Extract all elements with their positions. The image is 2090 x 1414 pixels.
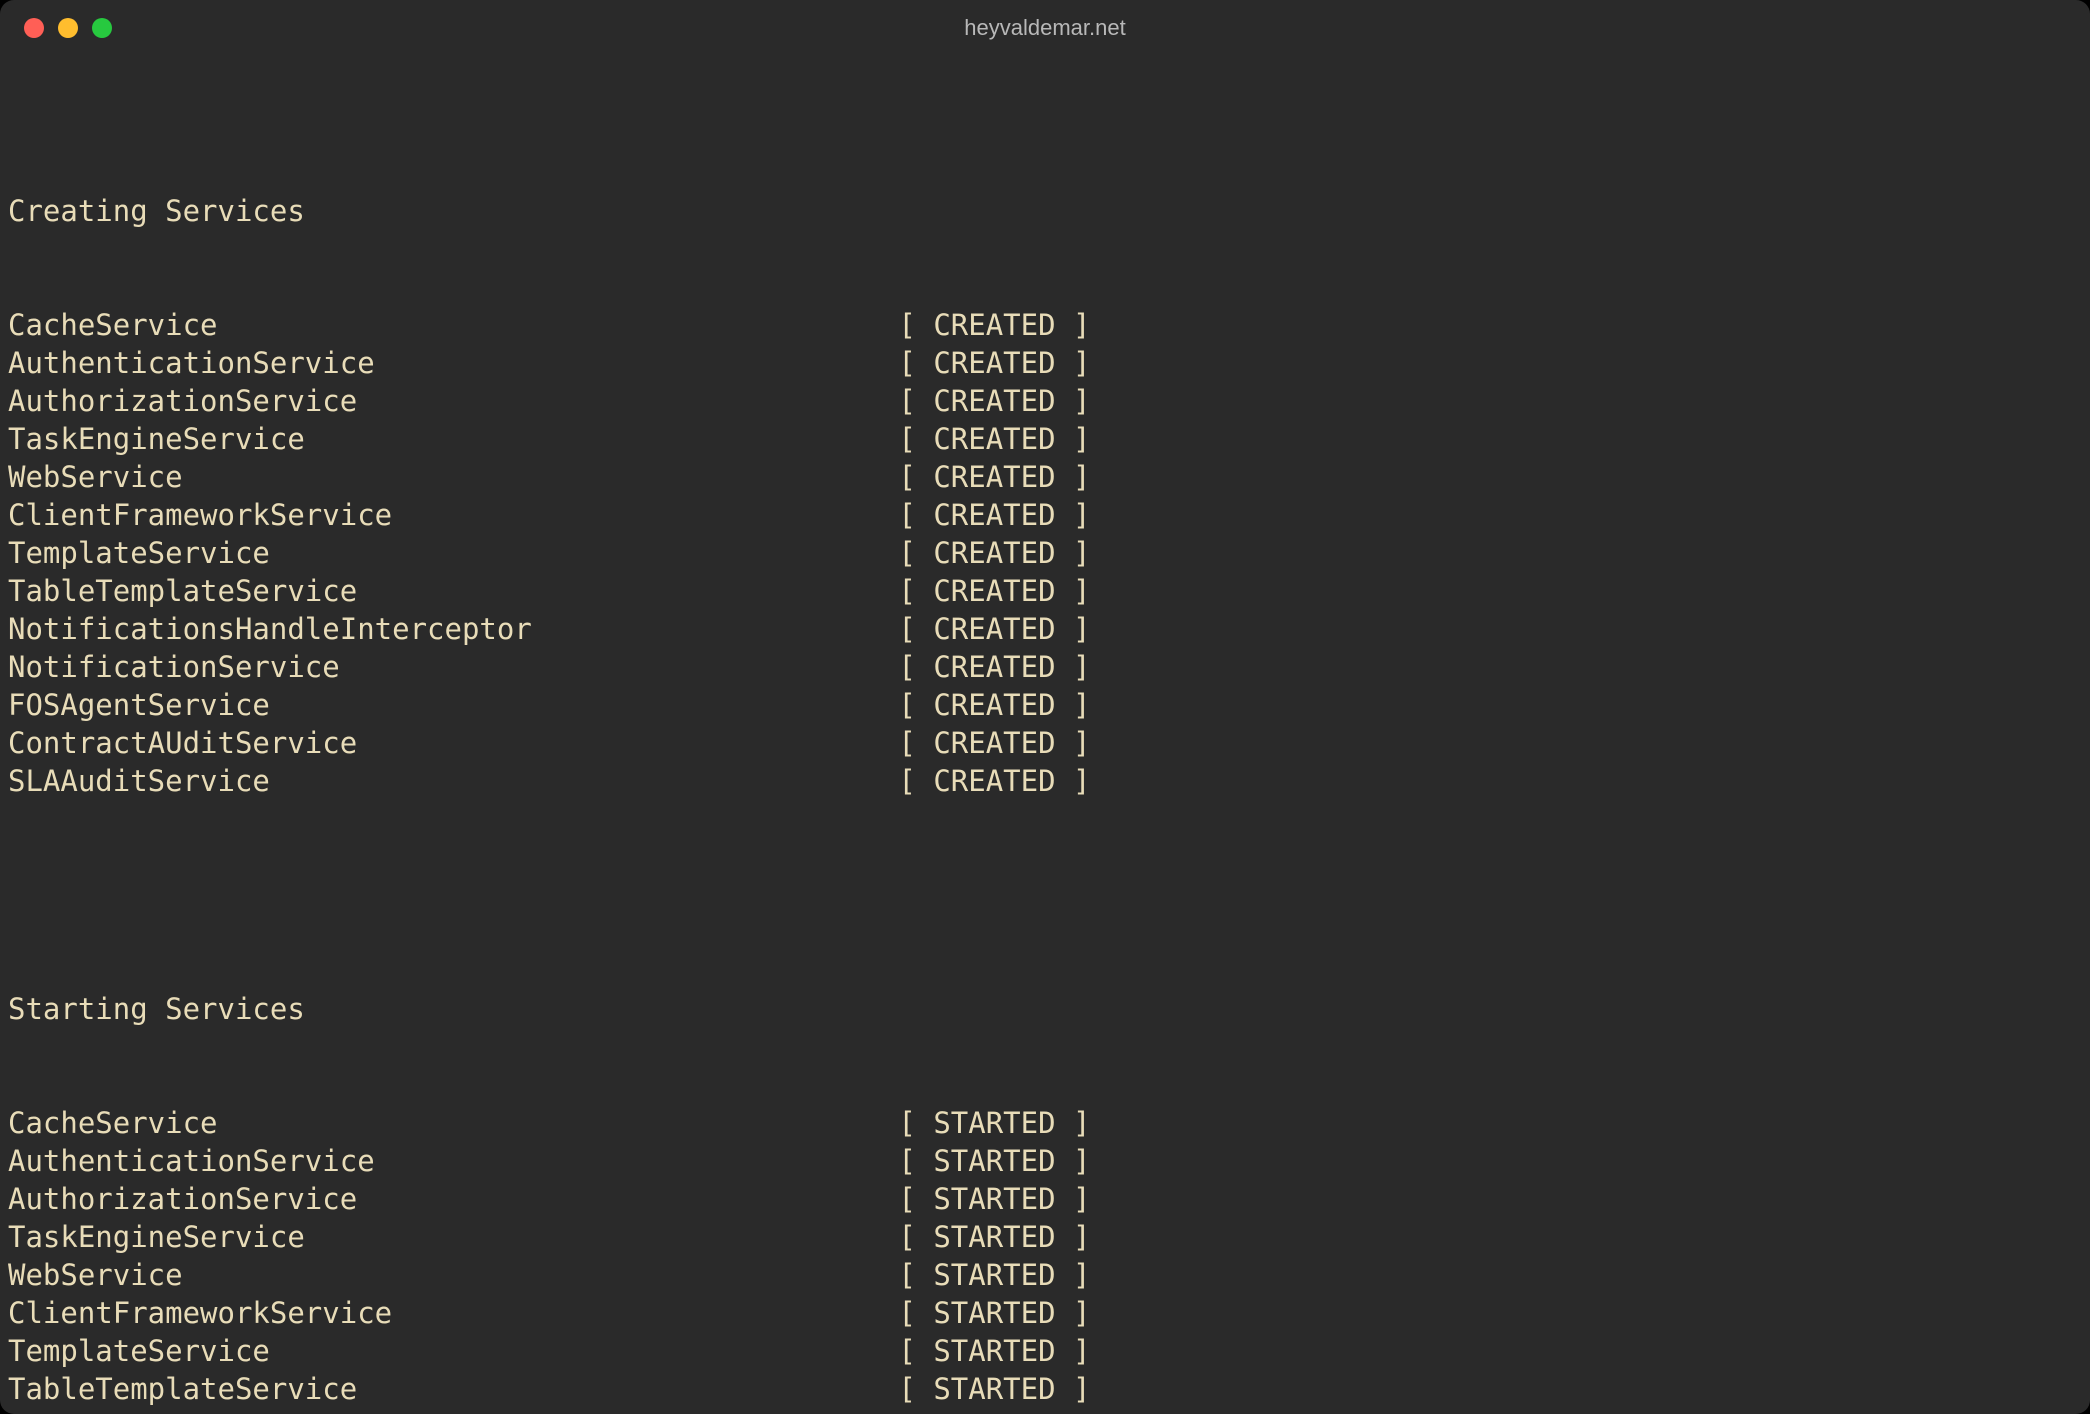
section-header-starting: Starting Services (8, 990, 2082, 1028)
service-name: AuthenticationService (8, 1142, 898, 1180)
status-created: [ CREATED ] (898, 382, 1090, 420)
status-created: [ CREATED ] (898, 686, 1090, 724)
service-name: TableTemplateService (8, 572, 898, 610)
status-created: [ CREATED ] (898, 762, 1090, 800)
minimize-icon[interactable] (58, 18, 78, 38)
status-created: [ CREATED ] (898, 496, 1090, 534)
service-row: WebService[ STARTED ] (8, 1256, 2082, 1294)
service-row: AuthorizationService[ STARTED ] (8, 1180, 2082, 1218)
status-started: [ STARTED ] (898, 1104, 1090, 1142)
service-row: TaskEngineService[ CREATED ] (8, 420, 2082, 458)
service-row: TemplateService[ CREATED ] (8, 534, 2082, 572)
status-created: [ CREATED ] (898, 306, 1090, 344)
service-row: ClientFrameworkService[ CREATED ] (8, 496, 2082, 534)
status-created: [ CREATED ] (898, 458, 1090, 496)
status-created: [ CREATED ] (898, 572, 1090, 610)
status-started: [ STARTED ] (898, 1370, 1090, 1408)
section-header-creating: Creating Services (8, 192, 2082, 230)
service-row: FOSAgentService[ CREATED ] (8, 686, 2082, 724)
status-started: [ STARTED ] (898, 1408, 1090, 1414)
service-row: CacheService[ STARTED ] (8, 1104, 2082, 1142)
status-created: [ CREATED ] (898, 648, 1090, 686)
service-row: ClientFrameworkService[ STARTED ] (8, 1294, 2082, 1332)
status-created: [ CREATED ] (898, 344, 1090, 382)
service-row: AuthenticationService[ CREATED ] (8, 344, 2082, 382)
status-started: [ STARTED ] (898, 1218, 1090, 1256)
service-row: NotificationsHandleInterceptor[ STARTED … (8, 1408, 2082, 1414)
service-name: ContractAUditService (8, 724, 898, 762)
status-started: [ STARTED ] (898, 1256, 1090, 1294)
service-row: NotificationService[ CREATED ] (8, 648, 2082, 686)
status-created: [ CREATED ] (898, 534, 1090, 572)
service-name: AuthorizationService (8, 382, 898, 420)
service-row: TableTemplateService[ STARTED ] (8, 1370, 2082, 1408)
status-created: [ CREATED ] (898, 610, 1090, 648)
service-name: NotificationService (8, 648, 898, 686)
service-name: AuthorizationService (8, 1180, 898, 1218)
service-name: TemplateService (8, 1332, 898, 1370)
service-row: TaskEngineService[ STARTED ] (8, 1218, 2082, 1256)
traffic-lights (0, 18, 112, 38)
titlebar: heyvaldemar.net (0, 0, 2090, 56)
service-name: FOSAgentService (8, 686, 898, 724)
close-icon[interactable] (24, 18, 44, 38)
status-started: [ STARTED ] (898, 1332, 1090, 1370)
status-created: [ CREATED ] (898, 724, 1090, 762)
blank-line (8, 876, 2082, 914)
terminal-window: heyvaldemar.net Creating Services CacheS… (0, 0, 2090, 1414)
status-created: [ CREATED ] (898, 420, 1090, 458)
service-name: SLAAuditService (8, 762, 898, 800)
service-row: AuthenticationService[ STARTED ] (8, 1142, 2082, 1180)
service-name: AuthenticationService (8, 344, 898, 382)
service-row: ContractAUditService[ CREATED ] (8, 724, 2082, 762)
terminal-output[interactable]: Creating Services CacheService[ CREATED … (0, 56, 2090, 1414)
service-row: NotificationsHandleInterceptor[ CREATED … (8, 610, 2082, 648)
service-name: WebService (8, 458, 898, 496)
service-name: ClientFrameworkService (8, 1294, 898, 1332)
service-name: NotificationsHandleInterceptor (8, 610, 898, 648)
zoom-icon[interactable] (92, 18, 112, 38)
service-row: AuthorizationService[ CREATED ] (8, 382, 2082, 420)
service-name: TableTemplateService (8, 1370, 898, 1408)
status-started: [ STARTED ] (898, 1294, 1090, 1332)
service-name: NotificationsHandleInterceptor (8, 1408, 898, 1414)
window-title: heyvaldemar.net (0, 15, 2090, 41)
service-row: TemplateService[ STARTED ] (8, 1332, 2082, 1370)
service-row: WebService[ CREATED ] (8, 458, 2082, 496)
status-started: [ STARTED ] (898, 1180, 1090, 1218)
service-name: TemplateService (8, 534, 898, 572)
service-name: ClientFrameworkService (8, 496, 898, 534)
service-name: CacheService (8, 1104, 898, 1142)
service-row: TableTemplateService[ CREATED ] (8, 572, 2082, 610)
service-name: CacheService (8, 306, 898, 344)
service-row: CacheService[ CREATED ] (8, 306, 2082, 344)
service-name: WebService (8, 1256, 898, 1294)
status-started: [ STARTED ] (898, 1142, 1090, 1180)
service-name: TaskEngineService (8, 1218, 898, 1256)
service-name: TaskEngineService (8, 420, 898, 458)
service-row: SLAAuditService[ CREATED ] (8, 762, 2082, 800)
